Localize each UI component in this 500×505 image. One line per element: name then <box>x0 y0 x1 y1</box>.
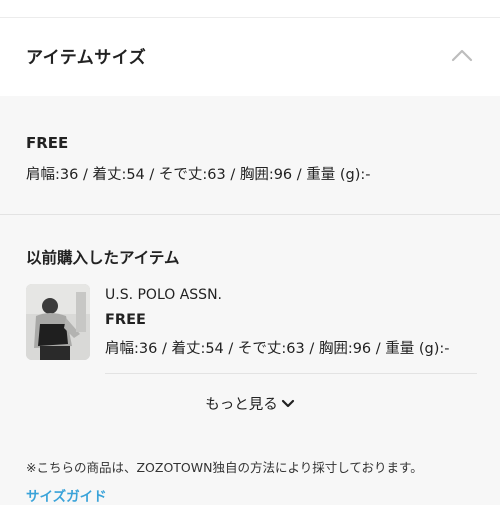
size-guide-link[interactable]: サイズガイド <box>26 485 107 505</box>
show-more-button[interactable]: もっと見る <box>205 393 295 414</box>
show-more-label: もっと見る <box>205 397 278 413</box>
item-brand[interactable]: U.S. POLO ASSN. <box>105 287 222 303</box>
current-size-label: FREE <box>26 134 69 152</box>
show-more-row: もっと見る <box>0 393 500 414</box>
item-thumbnail[interactable] <box>26 284 90 360</box>
item-photo <box>26 284 90 360</box>
measurement-note: ※こちらの商品は、ZOZOTOWN独自の方法により採寸しております。 <box>26 460 423 475</box>
item-size-header[interactable]: アイテムサイズ <box>0 18 500 96</box>
chevron-up-icon[interactable] <box>451 48 473 62</box>
section-title: アイテムサイズ <box>26 48 147 68</box>
item-size-detail: 肩幅:36 / 着丈:54 / そで丈:63 / 胸囲:96 / 重量 (g):… <box>105 341 450 357</box>
item-size-label: FREE <box>105 312 146 328</box>
divider <box>0 214 500 215</box>
current-size-detail: 肩幅:36 / 着丈:54 / そで丈:63 / 胸囲:96 / 重量 (g):… <box>26 167 371 183</box>
chevron-down-icon <box>281 399 294 407</box>
previous-purchases-title: 以前購入したアイテム <box>26 249 180 267</box>
divider <box>105 373 477 374</box>
top-strip <box>0 0 500 18</box>
